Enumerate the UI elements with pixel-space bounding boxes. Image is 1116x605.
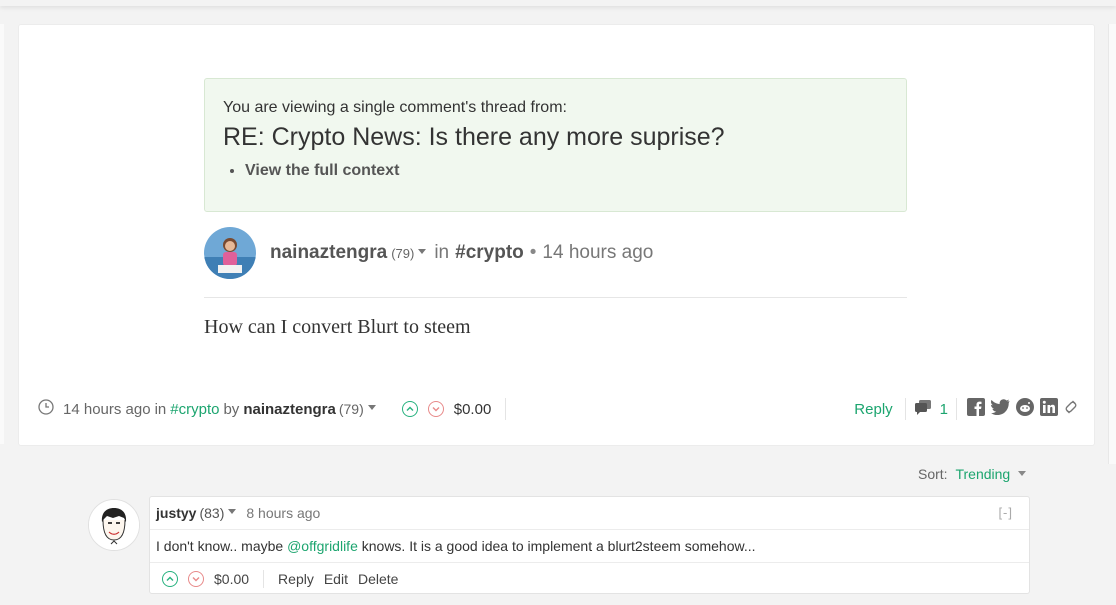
footer-author-reputation: (79) [338,401,364,417]
caret-down-icon[interactable] [418,249,427,254]
comment-mention-link[interactable]: @offgridlife [287,538,358,554]
callout-links: View the full context [223,162,888,180]
footer-separator [956,398,957,420]
callout-title[interactable]: RE: Crypto News: Is there any more supri… [223,123,888,152]
avatar-photo-icon [204,227,256,279]
post-author-name[interactable]: nainaztengra [270,242,387,264]
comment-delete-button[interactable]: Delete [358,571,398,587]
twitter-icon[interactable] [991,399,1010,419]
footer-author-link[interactable]: nainaztengra [243,401,336,418]
footer-time[interactable]: 14 hours ago [63,401,151,418]
comment-text-before: I don't know.. maybe [156,538,288,554]
collapse-button[interactable]: [-] [998,505,1013,520]
footer-separator [505,398,507,420]
sort-control: Sort: Trending [918,466,1034,482]
right-sidebar-edge [1108,24,1116,464]
comment-author-name[interactable]: justyy [156,505,196,521]
post-separator: • [529,242,537,263]
chevron-down-icon[interactable] [1018,471,1027,477]
comment-box: justyy (83) 8 hours ago [-] I don't know… [149,496,1030,594]
post-footer: 14 hours ago in #crypto by nainaztengra … [38,396,1078,422]
post-divider [204,297,907,298]
footer-by-word: by [223,400,240,418]
comment-footer: $0.00 Reply Edit Delete [150,563,1029,595]
comment-author-reputation: (83) [199,505,225,521]
top-bar [0,0,1116,6]
clock-icon [38,399,54,419]
upvote-icon[interactable] [162,571,178,587]
footer-in-word: in [154,400,167,418]
linkedin-icon[interactable] [1040,398,1058,420]
view-full-context-link[interactable]: View the full context [245,162,888,180]
post-author-reputation: (79) [391,245,415,261]
downvote-icon[interactable] [427,401,444,417]
comment-time[interactable]: 8 hours ago [246,505,320,521]
reply-button[interactable]: Reply [854,401,892,418]
post-tag-link[interactable]: #crypto [455,242,524,264]
reddit-icon[interactable] [1016,398,1034,420]
caret-down-icon[interactable] [228,509,237,514]
comment-edit-button[interactable]: Edit [324,571,348,587]
post-author-row: nainaztengra (79) in #crypto • 14 hours … [204,226,907,280]
comment-count[interactable]: 1 [940,401,948,418]
post-time[interactable]: 14 hours ago [542,242,653,264]
callout-pre-text: You are viewing a single comment's threa… [223,99,567,116]
upvote-icon[interactable] [401,401,418,417]
link-icon[interactable] [1064,399,1078,419]
footer-payout[interactable]: $0.00 [454,401,492,418]
left-sidebar-edge [0,24,4,444]
footer-tag-link[interactable]: #crypto [170,401,219,418]
thread-callout: You are viewing a single comment's threa… [204,78,907,212]
post-body: How can I convert Blurt to steem [204,316,471,338]
comment-payout[interactable]: $0.00 [214,571,249,587]
sort-dropdown[interactable]: Trending [955,466,1010,482]
comment-header: justyy (83) 8 hours ago [-] [150,497,1029,530]
cartoon-face-icon [89,500,139,550]
comment-reply-button[interactable]: Reply [278,571,314,587]
comments-icon[interactable] [914,399,932,419]
caret-down-icon[interactable] [367,405,376,410]
comment-body: I don't know.. maybe @offgridlife knows.… [150,530,1029,563]
comment-text-after: knows. It is a good idea to implement a … [357,538,756,554]
downvote-icon[interactable] [188,571,204,587]
post-in-word: in [434,242,450,263]
author-avatar[interactable] [204,227,256,279]
footer-separator [904,398,906,420]
comment-avatar[interactable] [88,499,140,551]
facebook-icon[interactable] [967,398,985,420]
sort-label: Sort: [918,466,948,482]
comment-footer-separator [263,570,265,588]
